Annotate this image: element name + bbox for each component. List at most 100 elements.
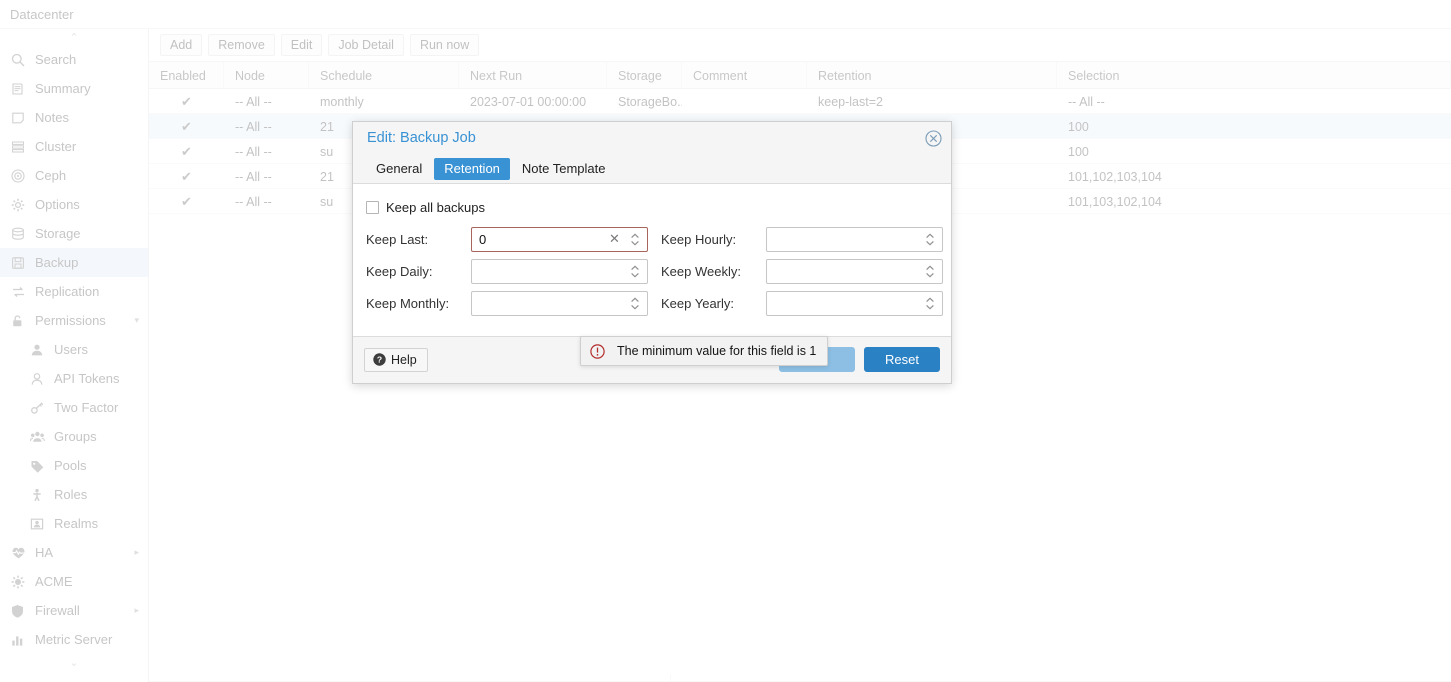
sidebar-item-summary[interactable]: Summary (0, 74, 148, 103)
sidebar-item-replication[interactable]: Replication (0, 277, 148, 306)
keep-all-backups-checkbox[interactable] (366, 200, 379, 214)
cell-selection: -- All -- (1068, 94, 1105, 109)
help-button-label: Help (391, 352, 417, 367)
help-button[interactable]: ? Help (364, 347, 428, 372)
sidebar-item-groups[interactable]: Groups (0, 422, 148, 451)
keep-hourly-input[interactable] (766, 227, 943, 252)
sidebar-item-search[interactable]: Search (0, 45, 148, 74)
spinner-icon[interactable] (924, 295, 936, 312)
sidebar-item-options[interactable]: Options (0, 190, 148, 219)
sidebar-scroll-up-icon[interactable]: ⌃ (0, 29, 148, 45)
spinner-icon[interactable] (924, 231, 936, 248)
sidebar-item-two-factor[interactable]: Two Factor (0, 393, 148, 422)
grid-header: Enabled Node Schedule Next Run Storage Commen… (149, 62, 1451, 89)
sidebar-item-label: Pools (54, 457, 87, 473)
spinner-icon[interactable] (629, 263, 641, 280)
grid-column-header-retention[interactable]: Retention (807, 62, 1057, 89)
sidebar-item-label: Metric Server (35, 631, 113, 647)
cell-node: -- All -- (235, 119, 272, 134)
lock-icon (11, 314, 28, 328)
grid-column-header-selection[interactable]: Selection (1057, 62, 1451, 89)
breadcrumb[interactable]: Datacenter (10, 7, 74, 22)
sidebar-item-api-tokens[interactable]: API Tokens (0, 364, 148, 393)
sidebar-item-ha[interactable]: HA ▸ (0, 538, 148, 567)
grid-column-header-storage[interactable]: Storage (607, 62, 682, 89)
grid-column-header-next-run[interactable]: Next Run (459, 62, 607, 89)
spinner-icon[interactable] (924, 263, 936, 280)
sidebar-item-roles[interactable]: Roles (0, 480, 148, 509)
sidebar-scroll-down-icon[interactable]: ⌄ (0, 654, 148, 670)
error-message: The minimum value for this field is 1 (617, 344, 817, 358)
sidebar-item-notes[interactable]: Notes (0, 103, 148, 132)
cell-enabled: ✔ (181, 168, 192, 184)
add-button[interactable]: Add (160, 34, 203, 56)
validation-error-tooltip: The minimum value for this field is 1 (580, 336, 828, 366)
grid-column-header-comment[interactable]: Comment (682, 62, 807, 89)
grid-column-header-schedule[interactable]: Schedule (309, 62, 459, 89)
run-now-button[interactable]: Run now (409, 34, 480, 56)
chevron-right-icon[interactable]: ▸ (134, 548, 139, 557)
grid-column-header-node[interactable]: Node (224, 62, 309, 89)
keep-all-backups-row[interactable]: Keep all backups (353, 197, 951, 217)
svg-text:?: ? (377, 355, 382, 365)
job-detail-button[interactable]: Job Detail (328, 34, 404, 56)
sidebar-item-metric-server[interactable]: Metric Server (0, 625, 148, 654)
keep-hourly-label: Keep Hourly: (661, 232, 737, 247)
search-icon (11, 53, 28, 67)
sidebar-item-firewall[interactable]: Firewall ▸ (0, 596, 148, 625)
sidebar-item-users[interactable]: Users (0, 335, 148, 364)
sidebar-item-label: Backup (35, 254, 79, 270)
storage-icon (11, 227, 28, 241)
sidebar-item-realms[interactable]: Realms (0, 509, 148, 538)
question-mark-icon: ? (373, 353, 386, 366)
remove-button[interactable]: Remove (208, 34, 275, 56)
cell-node: -- All -- (235, 194, 272, 209)
breadcrumb-bar: Datacenter (0, 0, 1451, 29)
keep-daily-field (471, 259, 648, 284)
reset-button[interactable]: Reset (864, 347, 940, 372)
sidebar-item-ceph[interactable]: Ceph (0, 161, 148, 190)
sidebar-item-label: Firewall (35, 602, 80, 618)
sidebar-item-permissions[interactable]: Permissions ▾ (0, 306, 148, 335)
dialog-tabs: General Retention Note Template (353, 154, 951, 184)
cell-schedule: monthly (320, 94, 364, 109)
keep-daily-input[interactable] (471, 259, 648, 284)
chevron-right-icon[interactable]: ▸ (134, 606, 139, 615)
sidebar-item-pools[interactable]: Pools (0, 451, 148, 480)
close-icon[interactable] (923, 128, 943, 148)
sidebar-item-label: Replication (35, 283, 100, 299)
keep-yearly-input[interactable] (766, 291, 943, 316)
sidebar-item-label: Users (54, 341, 88, 357)
tab-general[interactable]: General (366, 158, 432, 180)
spinner-icon[interactable] (629, 231, 641, 248)
clear-icon[interactable]: ✕ (608, 232, 621, 245)
sidebar-item-cluster[interactable]: Cluster (0, 132, 148, 161)
sidebar-item-label: Cluster (35, 138, 77, 154)
sidebar-item-label: Options (35, 196, 80, 212)
groups-icon (30, 430, 47, 444)
keep-last-input[interactable] (471, 227, 648, 252)
application-window: Datacenter ⌃ Search Summary Notes Cluster Ce… (0, 0, 1451, 682)
user-icon (30, 343, 47, 357)
gear-icon (11, 198, 28, 212)
sidebar-item-acme[interactable]: ACME (0, 567, 148, 596)
keep-monthly-input[interactable] (471, 291, 648, 316)
chevron-down-icon[interactable]: ▾ (134, 316, 139, 325)
keep-all-backups-label: Keep all backups (386, 199, 486, 215)
spinner-icon[interactable] (629, 295, 641, 312)
keep-weekly-input[interactable] (766, 259, 943, 284)
keep-weekly-label: Keep Weekly: (661, 264, 741, 279)
sidebar-item-backup[interactable]: Backup (0, 248, 148, 277)
grid-column-header-enabled[interactable]: Enabled (149, 62, 224, 89)
keep-yearly-field (766, 291, 943, 316)
cell-enabled: ✔ (181, 143, 192, 159)
table-row[interactable]: ✔ -- All -- monthly 2023-07-01 00:00:00 Stor… (149, 89, 1451, 114)
sidebar-item-label: Notes (35, 109, 69, 125)
sidebar-item-label: Search (35, 51, 77, 67)
tab-note-template[interactable]: Note Template (512, 158, 616, 180)
edit-button[interactable]: Edit (280, 34, 323, 56)
sidebar-item-label: HA (35, 544, 54, 560)
sidebar-item-storage[interactable]: Storage (0, 219, 148, 248)
cell-selection: 100 (1068, 144, 1089, 159)
tab-retention[interactable]: Retention (434, 157, 510, 180)
